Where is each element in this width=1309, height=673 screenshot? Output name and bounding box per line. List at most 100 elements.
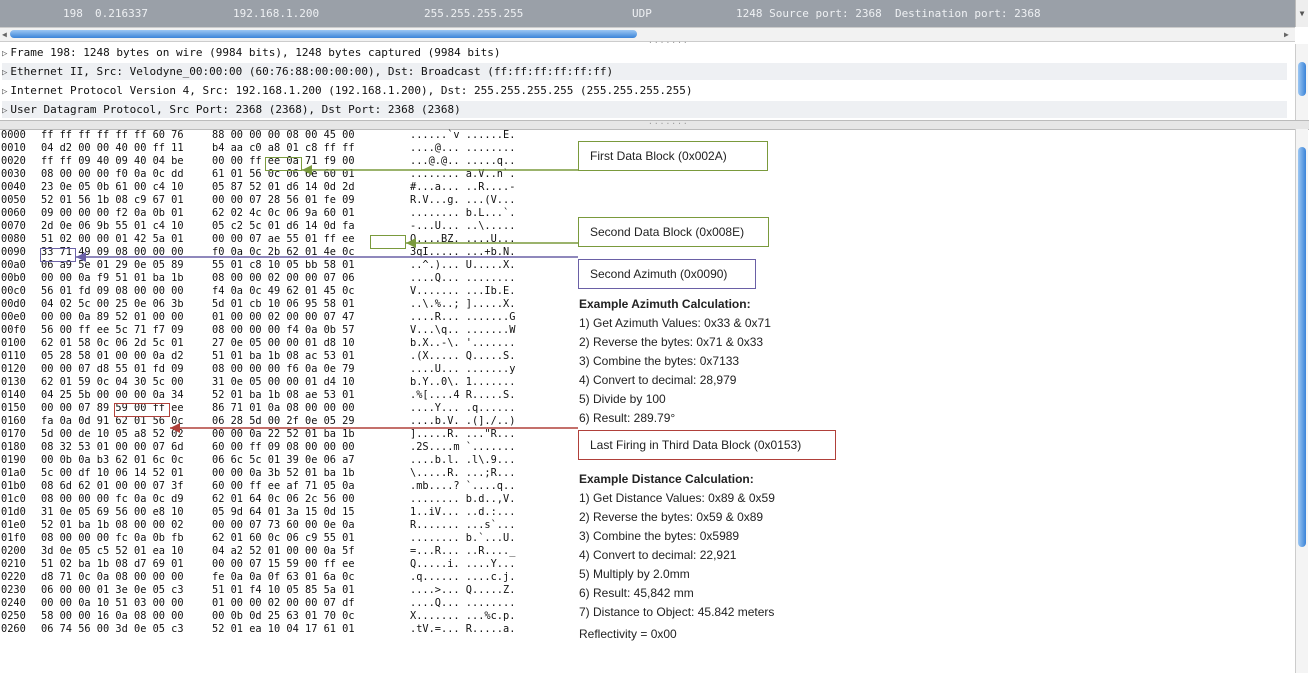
hex-bytes-right: 51 01 ba 1b 08 ac 53 01 [212,350,355,362]
hex-bytes-right: 31 0e 05 00 00 01 d4 10 [212,376,355,388]
hex-bytes-right: 62 01 64 0c 06 2c 56 00 [212,493,355,505]
hex-offset: 0230 [1,584,26,596]
hex-vertical-scrollbar[interactable] [1295,129,1308,673]
hex-bytes-left: 08 6d 62 01 00 00 07 3f [41,480,184,492]
hex-ascii: .mb....? `....q.. [410,480,516,492]
distance-step: 7) Distance to Object: 45.842 meters [579,605,775,619]
scrollbar-thumb[interactable] [10,30,637,38]
hex-offset: 0150 [1,402,26,414]
hex-offset: 00d0 [1,298,26,310]
packet-time: 0.216337 [95,7,148,20]
hex-bytes-left: 62 01 59 0c 04 30 5c 00 [41,376,184,388]
distance-step: 5) Multiply by 2.0mm [579,567,690,581]
second-block-flag-highlight [370,235,406,249]
expand-triangle-icon[interactable]: ▷ [2,49,7,59]
hex-ascii: ......`v ......E. [410,129,516,141]
hex-bytes-left: 08 00 00 00 f0 0a 0c dd [41,168,184,180]
hex-ascii: 1..iV... ..d.:... [410,506,516,518]
hex-offset: 00c0 [1,285,26,297]
hex-ascii: b.X..-\. '....... [410,337,516,349]
hex-offset: 0020 [1,155,26,167]
hex-bytes-right: 00 0b 0d 25 63 01 70 0c [212,610,355,622]
hex-bytes-left: 5d 00 de 10 05 a8 52 02 [41,428,184,440]
hex-offset: 0090 [1,246,26,258]
hex-bytes-left: 08 00 00 00 fc 0a 0c d9 [41,493,184,505]
hex-offset: 0220 [1,571,26,583]
first-data-block-label: First Data Block (0x002A) [578,141,768,171]
hex-bytes-left: 51 02 ba 1b 08 d7 69 01 [41,558,184,570]
hex-ascii: .(X..... Q.....S. [410,350,516,362]
expand-triangle-icon[interactable]: ▷ [2,68,7,78]
hex-bytes-right: 08 00 00 00 f6 0a 0e 79 [212,363,355,375]
hex-bytes-left: 04 d2 00 00 40 00 ff 11 [41,142,184,154]
packet-destination: 255.255.255.255 [424,7,524,20]
hex-offset: 0070 [1,220,26,232]
hex-ascii: R.V...g. ...(V... [410,194,516,206]
pane-splitter-grip[interactable]: ······· [648,119,689,128]
hex-offset: 0140 [1,389,26,401]
hex-bytes-left: 09 00 00 00 f2 0a 0b 01 [41,207,184,219]
hex-ascii: =...R... ..R...._ [410,545,516,557]
hex-bytes-left: 06 74 56 00 3d 0e 05 c3 [41,623,184,635]
hex-bytes-right: 00 00 07 28 56 01 fe 09 [212,194,355,206]
hex-ascii: ....b.V. .(]./..) [410,415,516,427]
hex-offset: 0210 [1,558,26,570]
second-azimuth-label: Second Azimuth (0x0090) [578,259,756,289]
hex-bytes-right: 04 a2 52 01 00 00 0a 5f [212,545,355,557]
hex-ascii: ....Q... ........ [410,272,516,284]
hex-offset: 0040 [1,181,26,193]
hex-ascii: .2S....m `....... [410,441,516,453]
hex-bytes-right: 60 00 ff ee af 71 05 0a [212,480,355,492]
hex-ascii: ....@... ........ [410,142,516,154]
hex-ascii: V....... ...Ib.E. [410,285,516,297]
azimuth-calc-title: Example Azimuth Calculation: [579,297,751,311]
scrollbar-thumb[interactable] [1298,62,1306,96]
distance-step: 1) Get Distance Values: 0x89 & 0x59 [579,491,775,505]
hex-offset: 0120 [1,363,26,375]
hex-bytes-right: f4 0a 0c 49 62 01 45 0c [212,285,355,297]
hex-bytes-right: 05 9d 64 01 3a 15 0d 15 [212,506,355,518]
detail-row-frame[interactable]: ▷ Frame 198: 1248 bytes on wire (9984 bit… [2,44,1287,61]
packet-source: 192.168.1.200 [233,7,320,20]
hex-bytes-right: 86 71 01 0a 08 00 00 00 [212,402,355,414]
hex-bytes-right: 62 02 4c 0c 06 9a 60 01 [212,207,355,219]
packet-number: 198 [63,7,83,20]
hex-ascii: ....U... .......y [410,363,516,375]
detail-row-udp[interactable]: ▷ User Datagram Protocol, Src Port: 2368 … [2,101,1287,118]
hex-bytes-right: 01 00 00 02 00 00 07 47 [212,311,355,323]
hex-bytes-right: f0 0a 0c 2b 62 01 4e 0c [212,246,355,258]
scroll-left-icon[interactable]: ◀ [2,28,7,41]
expand-triangle-icon[interactable]: ▷ [2,106,7,116]
hex-bytes-left: 31 0e 05 69 56 00 e8 10 [41,506,184,518]
distance-calc-title: Example Distance Calculation: [579,472,754,486]
scroll-right-icon[interactable]: ▶ [1284,28,1289,41]
azimuth-step: 6) Result: 289.79° [579,411,676,425]
hex-bytes-right: 05 c2 5c 01 d6 14 0d fa [212,220,355,232]
hex-bytes-left: 06 00 00 01 3e 0e 05 c3 [41,584,184,596]
hex-ascii: b.Y..0\. 1....... [410,376,516,388]
hex-ascii: ..^.)... U.....X. [410,259,516,271]
last-firing-highlight [114,403,170,417]
scrollbar-thumb[interactable] [1298,147,1306,547]
hex-offset: 0200 [1,545,26,557]
hex-bytes-right: 00 00 07 15 59 00 ff ee [212,558,355,570]
detail-row-ethernet[interactable]: ▷ Ethernet II, Src: Velodyne_00:00:00 (60… [2,63,1287,80]
hex-ascii: ].....R. ..."R... [410,428,516,440]
first-block-flag-highlight [265,157,302,171]
hex-offset: 0060 [1,207,26,219]
hex-bytes-right: 62 01 60 0c 06 c9 55 01 [212,532,355,544]
hex-bytes-left: 05 28 58 01 00 00 0a d2 [41,350,184,362]
packet-list-row[interactable]: 198 0.216337 192.168.1.200 255.255.255.2… [0,0,1295,27]
details-vertical-scrollbar[interactable] [1295,44,1308,120]
detail-row-ip[interactable]: ▷ Internet Protocol Version 4, Src: 192.1… [2,82,1287,99]
hex-ascii: \.....R. ...;R... [410,467,516,479]
hex-offset: 0130 [1,376,26,388]
hex-bytes-right: 00 00 07 73 60 00 0e 0a [212,519,355,531]
expand-triangle-icon[interactable]: ▷ [2,87,7,97]
scroll-down-icon[interactable]: ▼ [1295,0,1308,27]
hex-offset: 00f0 [1,324,26,336]
hex-ascii: V...\q.. .......W [410,324,516,336]
hex-bytes-left: 00 00 0a 10 51 03 00 00 [41,597,184,609]
hex-offset: 0260 [1,623,26,635]
hex-offset: 01a0 [1,467,26,479]
